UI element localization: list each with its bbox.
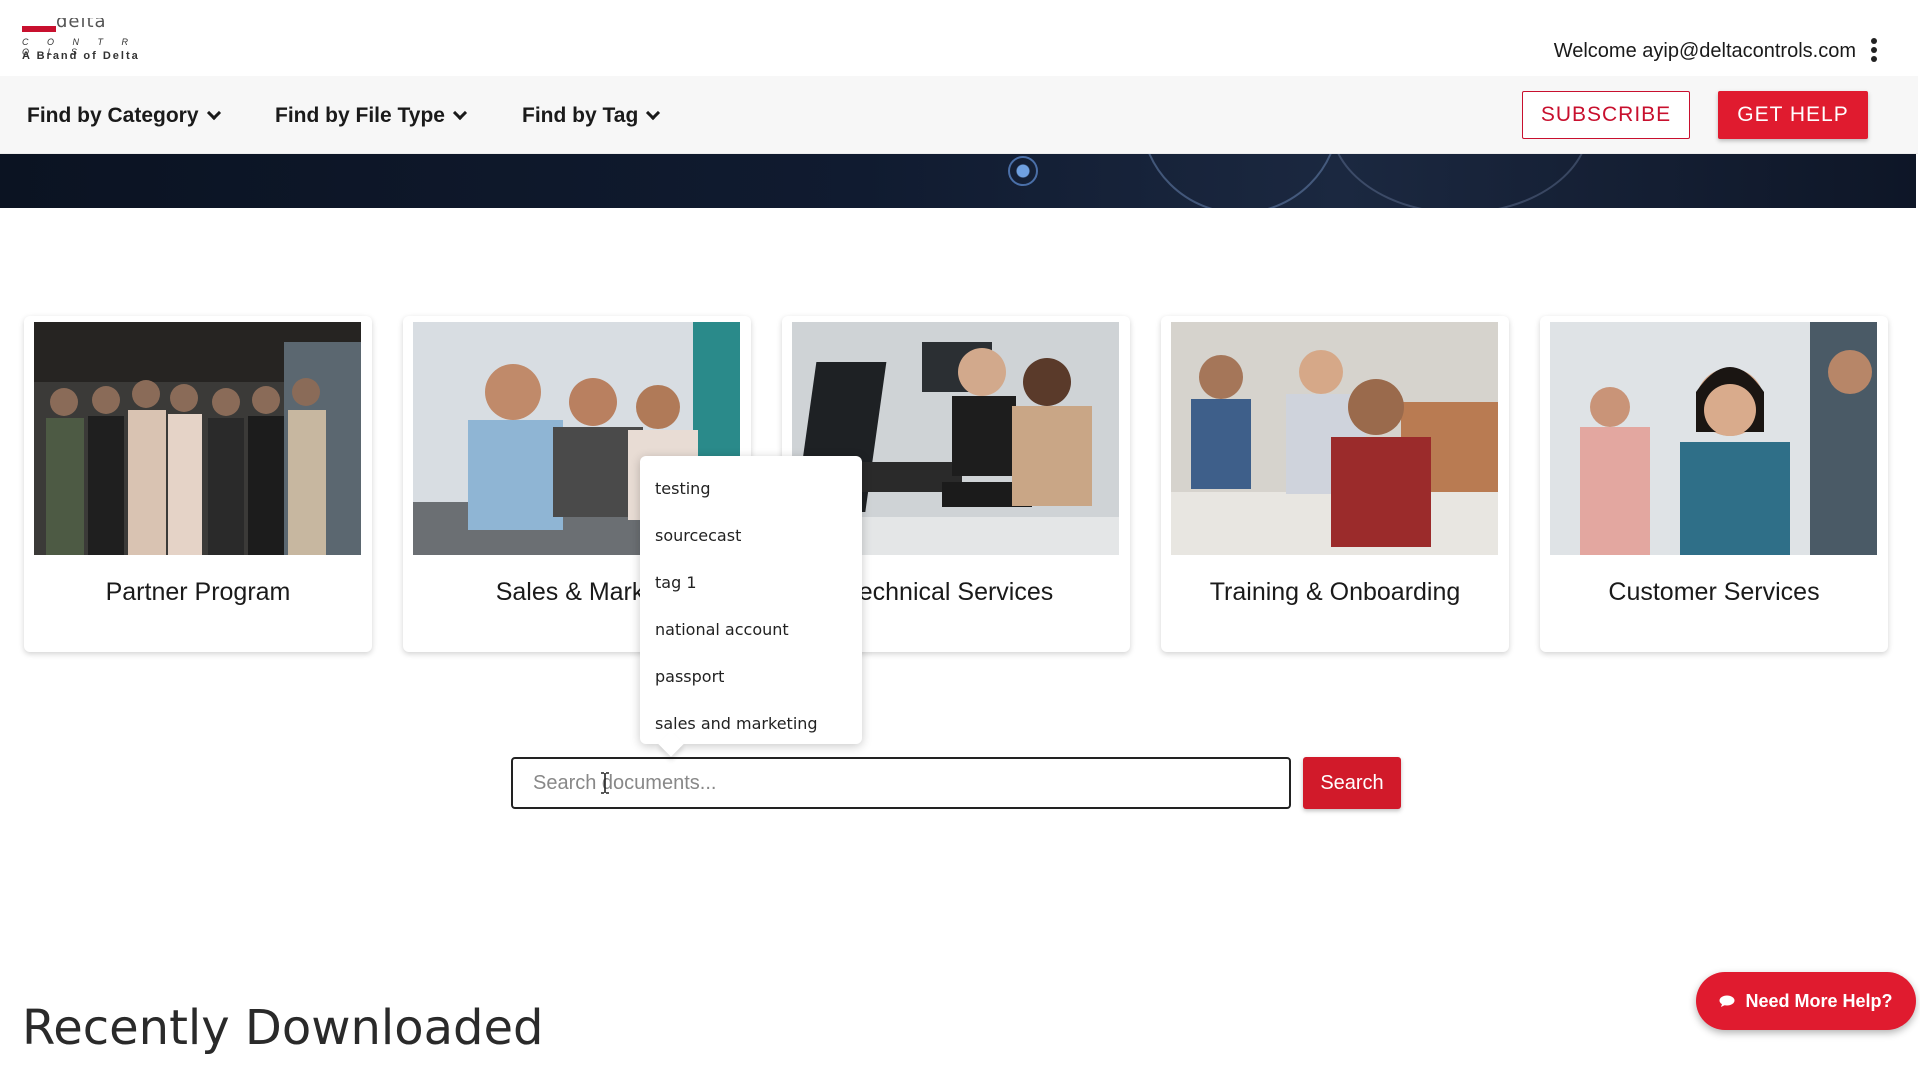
search-button[interactable]: Search bbox=[1303, 757, 1401, 809]
tag-option-sourcecast[interactable]: sourcecast bbox=[640, 519, 862, 566]
more-options-icon[interactable] bbox=[1870, 38, 1878, 62]
chevron-down-icon bbox=[452, 105, 468, 121]
partner-program-photo bbox=[34, 322, 361, 555]
welcome-text: Welcome ayip@deltacontrols.com bbox=[1553, 40, 1856, 62]
customer-services-photo bbox=[1550, 322, 1877, 555]
nav-find-by-file-type[interactable]: Find by File Type bbox=[275, 104, 468, 128]
nav-bar: Find by Category Find by File Type Find … bbox=[0, 76, 1918, 154]
tag-option-tag-1[interactable]: tag 1 bbox=[640, 566, 862, 613]
nav-find-by-category[interactable]: Find by Category bbox=[27, 104, 221, 128]
logo-wordmark: delta bbox=[56, 18, 107, 32]
nav-item-label: Find by File Type bbox=[275, 104, 445, 127]
card-title: Customer Services bbox=[1608, 578, 1820, 606]
subscribe-button[interactable]: SUBSCRIBE bbox=[1522, 91, 1690, 139]
card-partner-program[interactable]: Partner Program bbox=[24, 316, 372, 652]
card-customer-services[interactable]: Customer Services bbox=[1540, 316, 1888, 652]
card-training-onboarding[interactable]: Training & Onboarding bbox=[1161, 316, 1509, 652]
chevron-down-icon bbox=[206, 105, 221, 121]
tag-option-national-account[interactable]: national account bbox=[640, 613, 862, 660]
tag-dropdown-menu: testing sourcecast tag 1 national accoun… bbox=[640, 456, 862, 757]
chevron-down-icon bbox=[646, 105, 661, 121]
logo-brand-text: A Brand of Delta bbox=[22, 50, 140, 62]
nav-item-label: Find by Category bbox=[27, 104, 199, 127]
card-title: Partner Program bbox=[105, 578, 291, 606]
top-header: delta C O N T R O L S A Brand of Delta W… bbox=[0, 0, 1920, 76]
carousel-indicator-icon[interactable] bbox=[1008, 156, 1038, 186]
hero-banner bbox=[0, 154, 1916, 208]
delta-controls-logo[interactable]: delta C O N T R O L S A Brand of Delta bbox=[22, 18, 152, 64]
search-input[interactable] bbox=[511, 757, 1291, 809]
tag-option-testing[interactable]: testing bbox=[640, 472, 862, 519]
recently-downloaded-heading: Recently Downloaded bbox=[22, 1000, 544, 1056]
card-title: Training & Onboarding bbox=[1209, 578, 1461, 606]
training-onboarding-photo bbox=[1171, 322, 1498, 555]
tag-option-sales-and-marketing[interactable]: sales and marketing bbox=[640, 707, 862, 754]
need-more-help-button[interactable]: Need More Help? bbox=[1696, 972, 1916, 1030]
need-more-help-label: Need More Help? bbox=[1745, 990, 1893, 1011]
text-cursor-icon bbox=[601, 772, 609, 794]
tag-option-passport[interactable]: passport bbox=[640, 660, 862, 707]
logo-red-bar bbox=[22, 26, 56, 32]
get-help-button[interactable]: GET HELP bbox=[1718, 91, 1868, 139]
nav-item-label: Find by Tag bbox=[522, 104, 639, 127]
chat-bubble-icon bbox=[1719, 995, 1735, 1007]
nav-find-by-tag[interactable]: Find by Tag bbox=[522, 104, 661, 128]
